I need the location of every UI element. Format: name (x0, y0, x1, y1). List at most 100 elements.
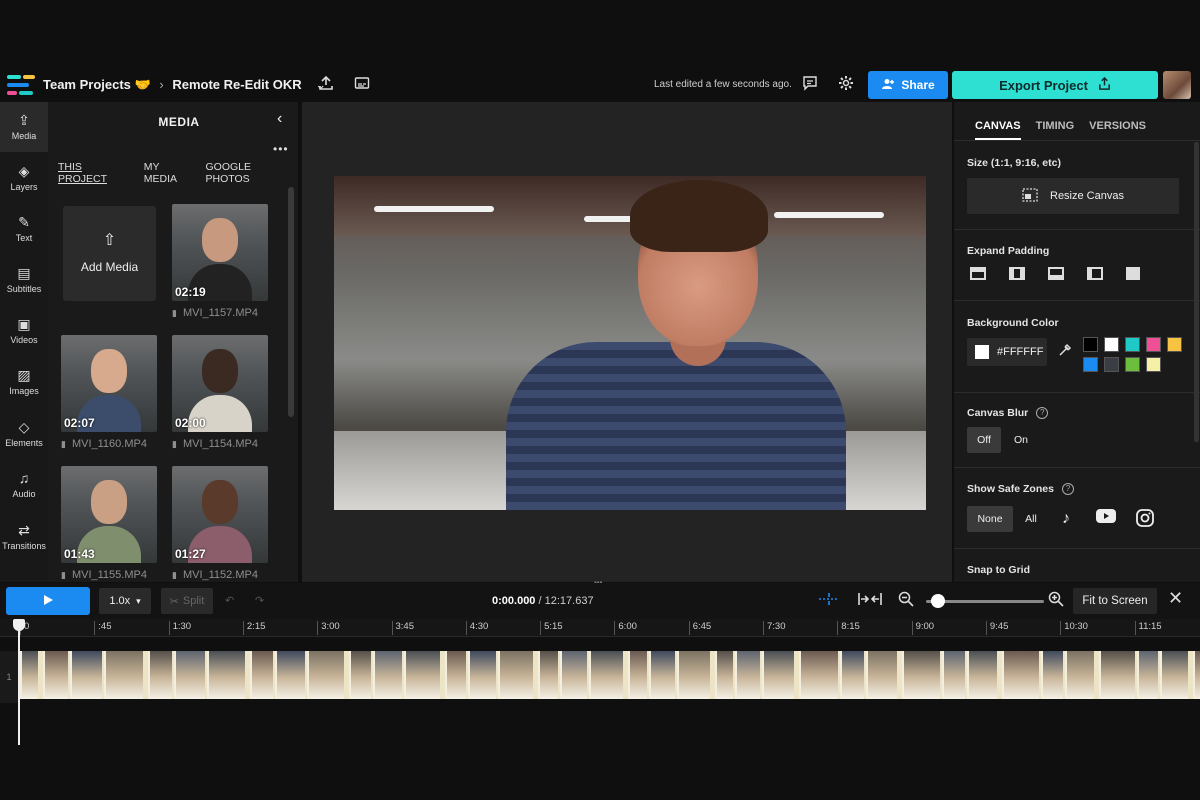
magnet-snap-icon[interactable] (818, 592, 840, 609)
rail-item-transitions[interactable]: ⇄ Transitions (0, 512, 48, 562)
rail-item-audio[interactable]: ♫ Audio (0, 460, 48, 510)
track-clip[interactable] (589, 651, 623, 699)
video-track[interactable] (20, 651, 1200, 699)
padding-sides-icon[interactable] (1009, 267, 1025, 280)
tab-versions[interactable]: VERSIONS (1089, 120, 1146, 140)
swatch-teal[interactable] (1125, 337, 1140, 352)
rail-item-text[interactable]: ✎ Text (0, 204, 48, 254)
fit-to-screen-button[interactable]: Fit to Screen (1073, 588, 1157, 614)
track-clip[interactable] (1160, 651, 1188, 699)
safe-zone-none-button[interactable]: None (967, 506, 1013, 532)
video-canvas[interactable] (334, 176, 926, 510)
swatch-pink[interactable] (1146, 337, 1161, 352)
collapse-panel-icon[interactable]: ‹ (277, 110, 282, 128)
track-clip[interactable] (1193, 651, 1200, 699)
swatch-green[interactable] (1125, 357, 1140, 372)
more-options-icon[interactable]: ••• (273, 142, 289, 156)
track-clip[interactable] (1002, 651, 1039, 699)
track-clip[interactable] (1041, 651, 1063, 699)
captions-icon[interactable] (353, 75, 371, 93)
undo-icon[interactable]: ↶ (225, 594, 234, 607)
rail-item-elements[interactable]: ◇ Elements (0, 409, 48, 459)
media-thumbnail[interactable]: 02:00 (172, 335, 268, 432)
track-clip[interactable] (468, 651, 496, 699)
track-clip[interactable] (43, 651, 68, 699)
track-clip[interactable] (1137, 651, 1158, 699)
media-thumbnail[interactable]: 01:27 (172, 466, 268, 563)
blur-on-button[interactable]: On (1004, 427, 1038, 453)
timeline-ruler[interactable]: 0:45 1:30 2:15 3:00 3:45 4:30 5:15 6:00 6:45 7:30… (0, 619, 1200, 637)
export-project-button[interactable]: Export Project (952, 71, 1158, 99)
track-clip[interactable] (628, 651, 647, 699)
track-clip[interactable] (799, 651, 838, 699)
track-clip[interactable] (902, 651, 940, 699)
track-clip[interactable] (207, 651, 245, 699)
eyedropper-icon[interactable] (1058, 343, 1072, 360)
workspace-link[interactable]: Team Projects (43, 77, 131, 92)
swatch-blue[interactable] (1083, 357, 1098, 372)
track-clip[interactable] (174, 651, 205, 699)
safe-zone-all-button[interactable]: All (1016, 506, 1046, 532)
track-clip[interactable] (967, 651, 997, 699)
track-clip[interactable] (250, 651, 273, 699)
track-clip[interactable] (866, 651, 897, 699)
track-clip[interactable] (275, 651, 305, 699)
swatch-cream[interactable] (1146, 357, 1161, 372)
track-clip[interactable] (1065, 651, 1094, 699)
track-clip[interactable] (649, 651, 675, 699)
tab-my-media[interactable]: MY MEDIA (144, 161, 196, 185)
track-clip[interactable] (70, 651, 102, 699)
redo-icon[interactable]: ↷ (255, 594, 264, 607)
share-button[interactable]: Share (868, 71, 948, 99)
track-clip[interactable] (735, 651, 760, 699)
background-color-input[interactable]: #FFFFFF (967, 338, 1047, 366)
comment-icon[interactable] (801, 75, 819, 93)
track-clip[interactable] (349, 651, 371, 699)
media-thumbnail[interactable]: 02:07 (61, 335, 157, 432)
media-thumbnail[interactable]: 01:43 (61, 466, 157, 563)
track-clip[interactable] (148, 651, 172, 699)
track-clip[interactable] (307, 651, 344, 699)
track-clip[interactable] (560, 651, 587, 699)
playhead-handle[interactable] (13, 619, 25, 631)
youtube-icon[interactable] (1096, 509, 1116, 529)
track-clip[interactable] (104, 651, 143, 699)
rail-item-media[interactable]: ⇪ Media (0, 102, 48, 152)
media-scrollbar[interactable] (288, 187, 294, 417)
track-clip[interactable] (715, 651, 733, 699)
close-timeline-icon[interactable]: ✕ (1168, 588, 1183, 609)
tab-google-photos[interactable]: GOOGLE PHOTOS (206, 161, 299, 185)
blur-off-button[interactable]: Off (967, 427, 1001, 453)
track-clip[interactable] (840, 651, 864, 699)
track-clip[interactable] (677, 651, 710, 699)
track-clip[interactable] (445, 651, 466, 699)
tiktok-icon[interactable]: ♪ (1056, 509, 1076, 529)
track-clip[interactable] (404, 651, 440, 699)
swatch-white[interactable] (1104, 337, 1119, 352)
padding-left-icon[interactable] (1087, 267, 1103, 280)
track-clip[interactable] (538, 651, 558, 699)
rail-item-videos[interactable]: ▣ Videos (0, 306, 48, 356)
properties-scrollbar[interactable] (1194, 142, 1199, 442)
swatch-yellow[interactable] (1167, 337, 1182, 352)
help-icon[interactable]: ? (1061, 483, 1074, 496)
help-icon[interactable]: ? (1036, 407, 1049, 420)
project-title[interactable]: Remote Re-Edit OKR (172, 77, 301, 92)
tab-timing[interactable]: TIMING (1036, 120, 1075, 140)
rail-item-images[interactable]: ▨ Images (0, 357, 48, 407)
padding-all-icon[interactable] (1126, 267, 1140, 280)
zoom-slider-handle[interactable] (931, 594, 945, 608)
zoom-out-icon[interactable] (898, 591, 914, 611)
padding-bottom-icon[interactable] (1048, 267, 1064, 280)
track-clip[interactable] (942, 651, 965, 699)
track-clip[interactable] (373, 651, 402, 699)
upload-icon[interactable] (317, 75, 335, 93)
track-clip[interactable] (762, 651, 794, 699)
resize-canvas-button[interactable]: Resize Canvas (967, 178, 1179, 214)
split-button[interactable]: ✂ Split (161, 588, 213, 614)
padding-top-icon[interactable] (970, 267, 986, 280)
media-thumbnail[interactable]: 02:19 (172, 204, 268, 301)
instagram-icon[interactable] (1135, 509, 1155, 529)
tab-canvas[interactable]: CANVAS (975, 120, 1021, 140)
play-button[interactable] (6, 587, 90, 615)
